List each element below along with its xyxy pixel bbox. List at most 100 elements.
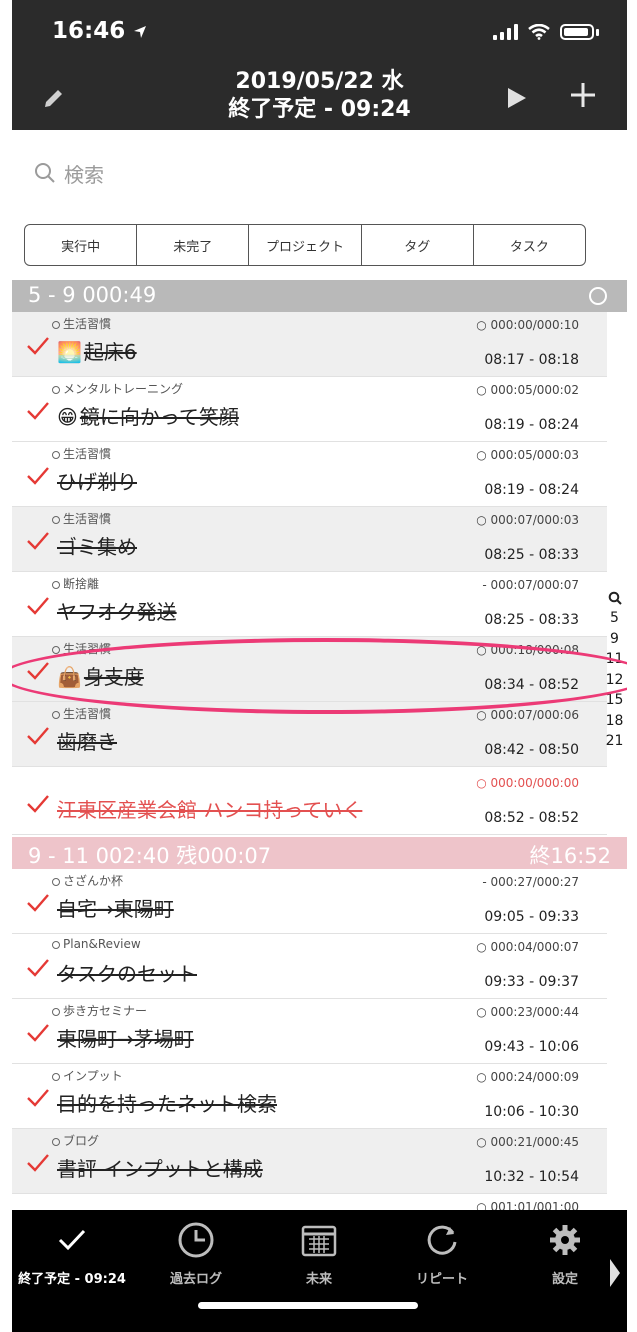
index-item[interactable]: 21 — [602, 731, 627, 752]
tab-repeat[interactable]: リピート — [387, 1220, 497, 1287]
search-field[interactable]: 検索 — [34, 158, 104, 188]
task-time: 08:42 - 08:50 — [484, 742, 579, 758]
segment-task[interactable]: タスク — [474, 225, 585, 265]
segment-project[interactable]: プロジェクト — [249, 225, 362, 265]
index-item[interactable]: 12 — [602, 670, 627, 691]
section-header[interactable]: 9 - 11 002:40 残000:07 終16:52 — [12, 837, 627, 869]
filter-segmented-control: 実行中 未完了 プロジェクト タグ タスク — [24, 224, 586, 266]
check-icon[interactable] — [26, 336, 50, 356]
calendar-icon — [301, 1225, 337, 1257]
clock-icon — [178, 1222, 214, 1258]
segment-tag[interactable]: タグ — [362, 225, 474, 265]
task-duration: - 000:27/000:27 — [482, 875, 579, 889]
check-icon[interactable] — [26, 726, 50, 746]
task-time: 09:43 - 10:06 — [484, 1039, 579, 1055]
status-icons — [493, 24, 599, 40]
task-row[interactable]: 生活習慣 🌅 起床6 ○ 000:00/000:10 08:17 - 08:18 — [12, 312, 607, 377]
play-button[interactable] — [506, 86, 528, 114]
repeat-icon — [52, 1072, 60, 1081]
task-row[interactable]: 歩き方セミナー 東陽町→茅場町 ○ 000:23/000:44 09:43 - … — [12, 999, 607, 1064]
task-title: 東陽町→茅場町 — [57, 1027, 194, 1051]
task-title: タスクのセット — [57, 962, 197, 986]
check-icon[interactable] — [26, 958, 50, 978]
tab-settings[interactable]: 設定 — [510, 1220, 620, 1287]
task-row[interactable]: ブログ 書評 インプットと構成 ○ 000:21/000:45 10:32 - … — [12, 1129, 607, 1194]
battery-icon — [560, 24, 599, 40]
task-tag: Plan&Review — [63, 937, 141, 951]
check-icon[interactable] — [26, 596, 50, 616]
check-icon[interactable] — [26, 661, 50, 681]
check-icon[interactable] — [26, 794, 50, 814]
section-label: 5 - 9 000:49 — [28, 283, 157, 307]
home-indicator — [198, 1302, 418, 1309]
task-row[interactable]: 断捨離 ヤフオク発送 - 000:07/000:07 08:25 - 08:33 — [12, 572, 607, 637]
index-item[interactable]: 18 — [602, 711, 627, 732]
search-icon — [35, 163, 55, 183]
index-item[interactable]: 5 — [602, 608, 627, 629]
task-time: 08:17 - 08:18 — [484, 352, 579, 368]
task-tag: 断捨離 — [63, 577, 100, 591]
search-placeholder: 検索 — [64, 162, 104, 187]
sunrise-emoji-icon: 🌅 — [57, 340, 82, 364]
check-icon[interactable] — [26, 1088, 50, 1108]
task-row[interactable]: さざんか杯 自宅→東陽町 - 000:27/000:27 09:05 - 09:… — [12, 869, 607, 934]
repeat-icon — [52, 450, 60, 459]
check-icon[interactable] — [26, 893, 50, 913]
check-icon[interactable] — [26, 531, 50, 551]
index-item[interactable]: 11 — [602, 649, 627, 670]
task-title: 目的を持ったネット検索 — [57, 1092, 277, 1116]
task-duration: ○ 000:24/000:09 — [476, 1070, 579, 1084]
task-row[interactable]: 生活習慣 ひげ剃り ○ 000:05/000:03 08:19 - 08:24 — [12, 442, 607, 507]
app-frame: 16:46 2019/05/22 水 終了予定 - 09:24 検索 実行中 未… — [12, 0, 627, 1332]
task-row[interactable]: 生活習慣 👜 身支度 ○ 000:18/000:08 08:34 - 08:52 — [12, 637, 607, 702]
check-icon[interactable] — [26, 466, 50, 486]
search-icon[interactable] — [608, 591, 622, 605]
task-title: ヤフオク発送 — [57, 600, 177, 624]
task-time: 10:06 - 10:30 — [484, 1104, 579, 1120]
tab-label: 過去ログ — [169, 1272, 222, 1287]
section-label: 9 - 11 002:40 残000:07 — [28, 844, 272, 868]
section-header[interactable]: 5 - 9 000:49 — [12, 280, 627, 312]
segment-incomplete[interactable]: 未完了 — [137, 225, 250, 265]
tab-label: リピート — [415, 1272, 468, 1287]
task-tag: ブログ — [63, 1134, 100, 1148]
segment-running[interactable]: 実行中 — [25, 225, 138, 265]
check-icon[interactable] — [26, 1023, 50, 1043]
tab-past-log[interactable]: 過去ログ — [141, 1220, 251, 1287]
repeat-icon — [52, 580, 60, 589]
task-title: 鏡に向かって笑顔 — [79, 405, 239, 429]
section-index[interactable]: 5 9 11 12 15 18 21 — [602, 588, 627, 752]
gear-icon — [550, 1225, 580, 1255]
task-tag: さざんか杯 — [63, 874, 124, 888]
top-bar: 16:46 2019/05/22 水 終了予定 - 09:24 — [12, 0, 627, 130]
check-icon[interactable] — [26, 1153, 50, 1173]
index-item[interactable]: 9 — [602, 629, 627, 650]
task-duration: ○ 000:05/000:02 — [476, 383, 579, 397]
tab-end-estimate[interactable]: 終了予定 - 09:24 — [17, 1220, 127, 1287]
cellular-signal-icon — [493, 24, 518, 40]
wifi-icon — [528, 24, 550, 40]
status-time: 16:46 — [52, 18, 147, 44]
task-time: 08:25 - 08:33 — [484, 547, 579, 563]
task-row[interactable]: 生活習慣 ゴミ集め ○ 000:07/000:03 08:25 - 08:33 — [12, 507, 607, 572]
index-item[interactable]: 15 — [602, 690, 627, 711]
tab-future[interactable]: 未来 — [264, 1220, 374, 1287]
add-button[interactable] — [568, 80, 598, 117]
circle-icon — [589, 287, 607, 305]
task-row[interactable]: 生活習慣 歯磨き ○ 000:07/000:06 08:42 - 08:50 — [12, 702, 607, 767]
task-time: 08:25 - 08:33 — [484, 612, 579, 628]
repeat-icon — [52, 710, 60, 719]
task-tag: 生活習慣 — [63, 707, 112, 721]
tab-bar: 終了予定 - 09:24 過去ログ 未来 リピート 設定 — [12, 1210, 627, 1332]
task-time: 08:19 - 08:24 — [484, 417, 579, 433]
task-row[interactable]: インプット 目的を持ったネット検索 ○ 000:24/000:09 10:06 … — [12, 1064, 607, 1129]
chevron-right-icon[interactable] — [609, 1258, 621, 1288]
task-row[interactable]: メンタルトレーニング 😁 鏡に向かって笑顔 ○ 000:05/000:02 08:… — [12, 377, 607, 442]
task-duration: ○ 000:00/000:10 — [476, 318, 579, 332]
task-row[interactable]: Plan&Review タスクのセット ○ 000:04/000:07 09:3… — [12, 934, 607, 999]
check-icon[interactable] — [26, 401, 50, 421]
task-duration: ○ 000:07/000:03 — [476, 513, 579, 527]
task-row[interactable]: 江東区産業会館 ハンコ持っていく ○ 000:00/000:00 08:52 -… — [12, 770, 607, 835]
task-title: 身支度 — [83, 665, 144, 689]
plus-icon — [571, 83, 595, 107]
